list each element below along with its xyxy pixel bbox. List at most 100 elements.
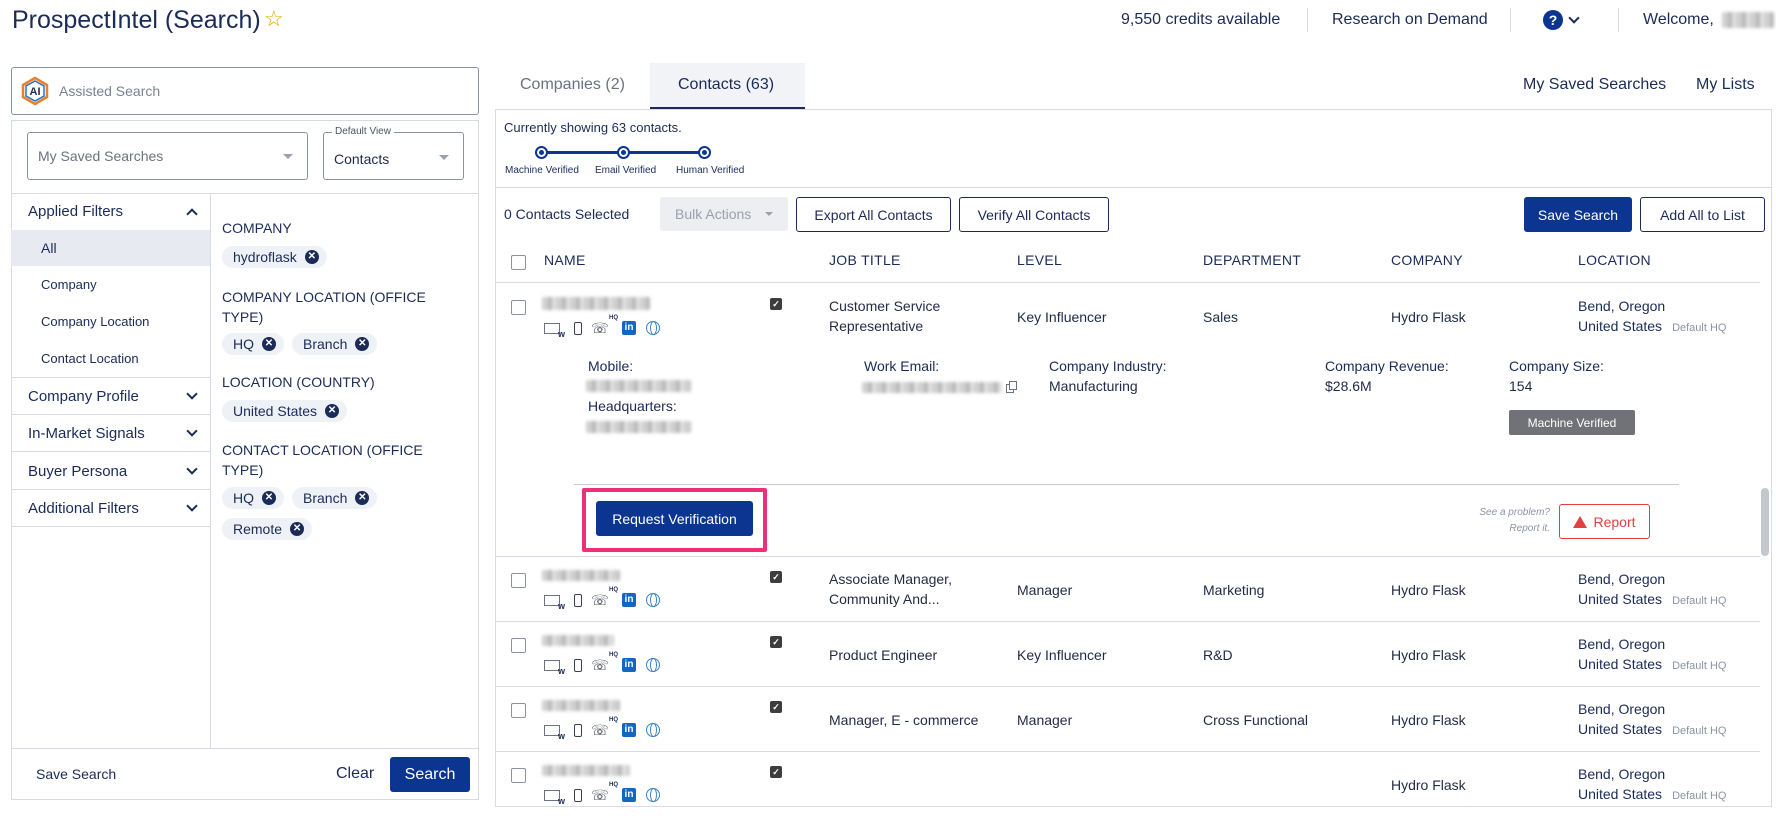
mobile-phone-icon[interactable] [574, 321, 582, 335]
company-link[interactable]: Hydro Flask [1391, 775, 1466, 795]
contact-icon-row: ☏ in [544, 717, 660, 741]
search-button[interactable]: Search [390, 757, 470, 792]
mobile-phone-icon[interactable] [574, 788, 582, 802]
verify-all-contacts-button[interactable]: Verify All Contacts [959, 197, 1109, 232]
hq-phone-icon[interactable]: ☏ [591, 315, 618, 336]
filter-item-company-location[interactable]: Company Location [11, 303, 210, 339]
saved-searches-select[interactable]: My Saved Searches [27, 132, 308, 180]
favorite-star-icon[interactable]: ☆ [264, 6, 284, 32]
report-label: Report [1593, 513, 1636, 530]
page-title: ProspectIntel (Search) [12, 6, 261, 34]
hq-phone-icon[interactable]: ☏ [591, 717, 618, 738]
location: Bend, Oregon United States Default HQ [1578, 701, 1727, 737]
step-label-machine: Machine Verified [505, 165, 579, 176]
company-link[interactable]: Hydro Flask [1391, 580, 1466, 600]
company-link[interactable]: Hydro Flask [1391, 307, 1466, 327]
work-email-icon[interactable] [544, 659, 565, 676]
my-lists-link[interactable]: My Lists [1696, 76, 1755, 94]
username-blurred [1722, 12, 1774, 28]
col-job-title[interactable]: JOB TITLE [829, 252, 901, 268]
col-department[interactable]: DEPARTMENT [1203, 252, 1301, 268]
step-label-email: Email Verified [595, 165, 657, 176]
work-email-icon[interactable] [544, 594, 565, 611]
tab-companies[interactable]: Companies (2) [520, 76, 625, 94]
linkedin-icon[interactable]: in [622, 321, 636, 335]
section-additional-filters[interactable]: Additional Filters [11, 490, 210, 527]
step-dot [617, 146, 630, 159]
linkedin-icon[interactable]: in [622, 723, 636, 737]
chip-label: Branch [303, 336, 348, 352]
remove-chip-icon[interactable]: ✕ [262, 337, 276, 351]
company-link[interactable]: Hydro Flask [1391, 645, 1466, 665]
section-company-profile[interactable]: Company Profile [11, 378, 210, 415]
showing-count: Currently showing 63 contacts. [504, 120, 682, 135]
tab-contacts[interactable]: Contacts (63) [650, 63, 805, 109]
help-icon[interactable]: ? [1543, 10, 1563, 30]
work-email-icon[interactable] [544, 789, 565, 806]
col-location[interactable]: LOCATION [1578, 252, 1651, 268]
remove-chip-icon[interactable]: ✕ [355, 337, 370, 351]
linkedin-icon[interactable]: in [622, 658, 636, 672]
caret-down-icon [283, 154, 293, 159]
help-chevron-down-icon[interactable] [1568, 12, 1580, 24]
work-email-icon[interactable] [544, 322, 565, 339]
row-checkbox[interactable] [511, 300, 526, 315]
col-level[interactable]: LEVEL [1017, 252, 1062, 268]
research-on-demand-link[interactable]: Research on Demand [1332, 11, 1488, 29]
request-verification-button[interactable]: Request Verification [596, 501, 753, 536]
remove-chip-icon[interactable]: ✕ [304, 250, 319, 264]
add-all-to-list-button[interactable]: Add All to List [1640, 197, 1765, 232]
select-all-checkbox[interactable] [511, 255, 526, 270]
col-company[interactable]: COMPANY [1391, 252, 1463, 268]
my-saved-searches-link[interactable]: My Saved Searches [1523, 76, 1666, 94]
website-globe-icon[interactable] [646, 321, 660, 335]
hq-phone-icon[interactable]: ☏ [591, 587, 618, 608]
row-checkbox[interactable] [511, 768, 526, 783]
row-checkbox[interactable] [511, 638, 526, 653]
website-globe-icon[interactable] [646, 788, 660, 802]
export-all-contacts-button[interactable]: Export All Contacts [796, 197, 951, 232]
clear-button[interactable]: Clear [336, 765, 374, 783]
filter-item-company[interactable]: Company [11, 266, 210, 302]
department: Sales [1203, 309, 1239, 325]
default-view-select[interactable]: Default View Contacts [323, 126, 464, 180]
remove-chip-icon[interactable]: ✕ [355, 491, 370, 505]
col-name[interactable]: NAME [544, 252, 586, 268]
website-globe-icon[interactable] [646, 658, 660, 672]
hq-phone-icon[interactable]: ☏ [591, 652, 618, 673]
filter-location-country-label: LOCATION (COUNTRY) [222, 374, 375, 390]
remove-chip-icon[interactable]: ✕ [290, 522, 305, 536]
company-link[interactable]: Hydro Flask [1391, 710, 1466, 730]
sidebar-save-search-link[interactable]: Save Search [36, 766, 116, 782]
section-in-market-signals[interactable]: In-Market Signals [11, 415, 210, 452]
filter-item-contact-location[interactable]: Contact Location [11, 340, 210, 376]
website-globe-icon[interactable] [646, 723, 660, 737]
save-search-button[interactable]: Save Search [1524, 197, 1632, 232]
website-globe-icon[interactable] [646, 593, 660, 607]
filter-item-all[interactable]: All [11, 230, 210, 266]
linkedin-icon[interactable]: in [622, 593, 636, 607]
job-title: Manager, E - commerce [829, 712, 979, 728]
report-button[interactable]: Report [1559, 504, 1650, 539]
row-checkbox[interactable] [511, 703, 526, 718]
mobile-phone-icon[interactable] [574, 723, 582, 737]
applied-filters-header[interactable]: Applied Filters [11, 193, 210, 230]
row-checkbox[interactable] [511, 573, 526, 588]
revenue-value: $28.6M [1325, 378, 1372, 394]
contact-icon-row: ☏ in [544, 587, 660, 611]
step-dot [698, 146, 711, 159]
hq-phone-icon[interactable]: ☏ [591, 782, 618, 803]
table-scrollbar-thumb[interactable] [1761, 488, 1769, 556]
mobile-phone-icon[interactable] [574, 658, 582, 672]
mobile-phone-icon[interactable] [574, 593, 582, 607]
chip-remote: Remote ✕ [222, 518, 313, 540]
contact-name-blurred [542, 700, 620, 711]
linkedin-icon[interactable]: in [622, 788, 636, 802]
work-email-icon[interactable] [544, 724, 565, 741]
section-buyer-persona[interactable]: Buyer Persona [11, 453, 210, 490]
remove-chip-icon[interactable]: ✕ [325, 404, 340, 418]
remove-chip-icon[interactable]: ✕ [262, 491, 276, 505]
chevron-down-icon [186, 425, 198, 437]
contacts-selected: 0 Contacts Selected [504, 206, 630, 222]
copy-icon[interactable] [1006, 381, 1018, 393]
